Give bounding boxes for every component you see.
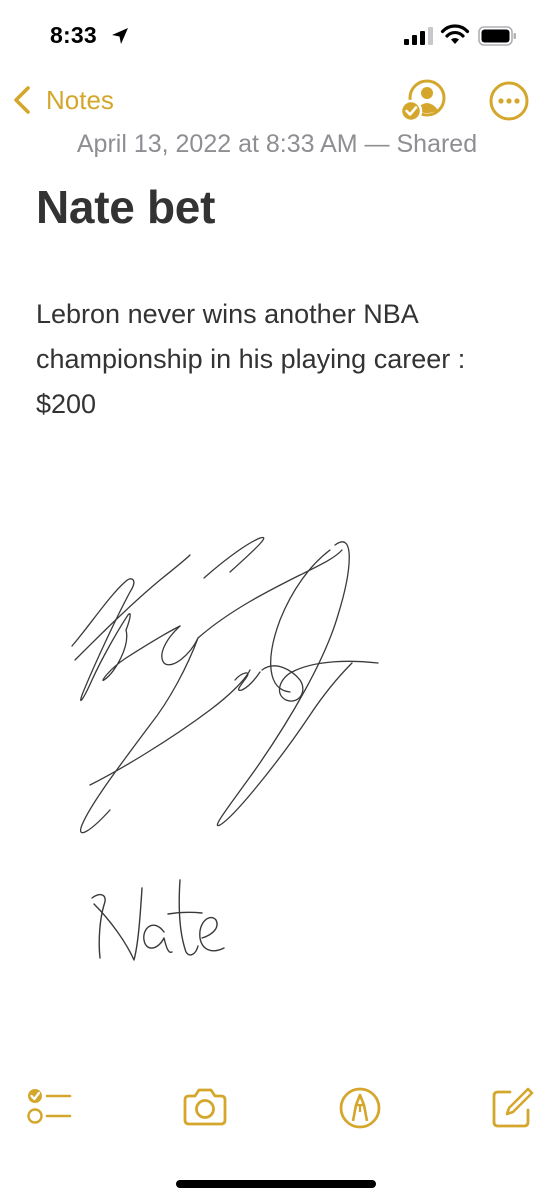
signature-nate — [91, 879, 225, 961]
status-bar: 8:33 — [0, 0, 554, 72]
cellular-signal-icon — [404, 27, 433, 45]
checklist-icon[interactable] — [22, 1080, 78, 1136]
shared-person-checkmark-icon[interactable] — [398, 76, 448, 126]
status-time: 8:33 — [50, 22, 97, 48]
note-title[interactable]: Nate bet — [36, 180, 215, 234]
chevron-left-icon — [14, 86, 30, 114]
signature-scribble — [71, 536, 379, 834]
camera-icon[interactable] — [177, 1080, 233, 1136]
ellipsis-circle-icon[interactable] — [488, 80, 530, 122]
back-label: Notes — [46, 84, 114, 115]
location-arrow-icon — [112, 28, 128, 44]
bottom-toolbar — [0, 1080, 554, 1150]
navigation-bar: Notes — [0, 72, 554, 128]
wifi-icon — [440, 24, 470, 44]
markup-pen-icon[interactable] — [332, 1080, 388, 1136]
compose-icon[interactable] — [484, 1080, 540, 1136]
back-button[interactable]: Notes — [12, 80, 114, 120]
note-body[interactable]: Lebron never wins another NBA championsh… — [36, 292, 516, 427]
home-indicator[interactable] — [176, 1180, 376, 1188]
handwritten-drawing[interactable] — [30, 520, 430, 980]
note-date: April 13, 2022 at 8:33 AM — Shared — [76, 130, 478, 158]
battery-icon — [478, 26, 516, 46]
